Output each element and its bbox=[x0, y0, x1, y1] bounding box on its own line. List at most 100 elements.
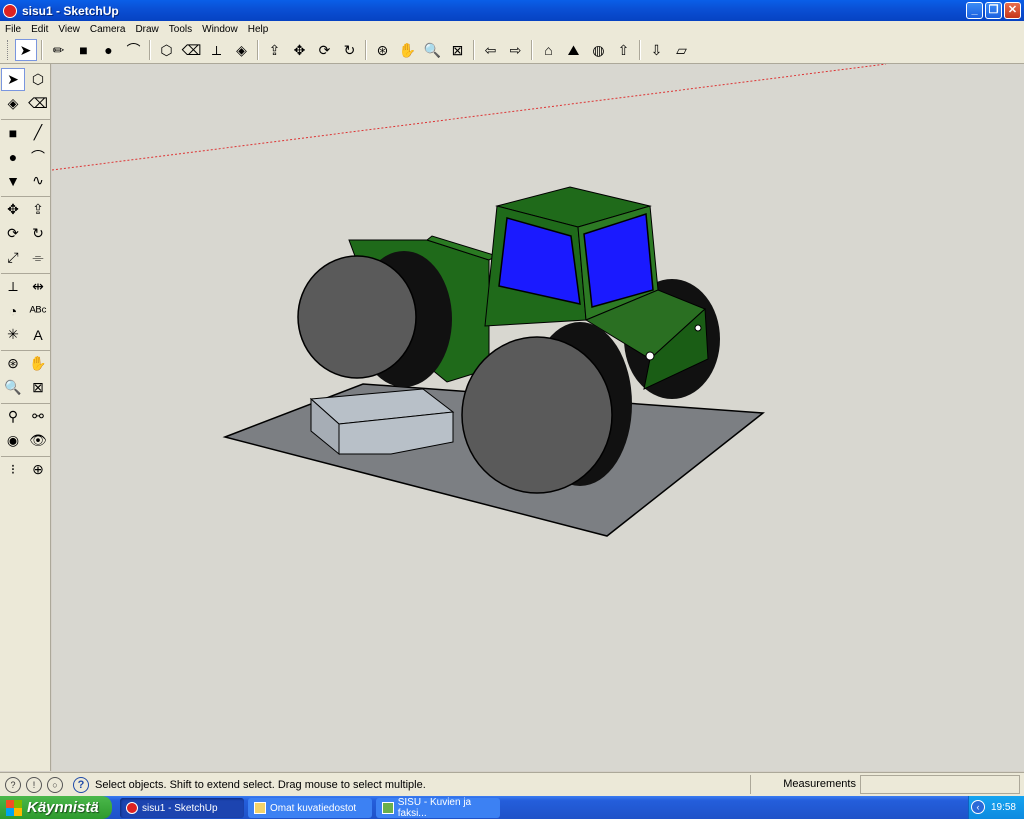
menu-view[interactable]: View bbox=[53, 24, 85, 35]
toolbar-grip[interactable] bbox=[7, 40, 10, 60]
circle-tool[interactable]: ● bbox=[98, 39, 120, 61]
left-move-tool[interactable]: ✥ bbox=[1, 198, 25, 221]
left-eraser-tool[interactable]: ⌫ bbox=[26, 92, 50, 115]
left-offset-tool[interactable]: ⌯ bbox=[26, 246, 50, 269]
user-icon[interactable]: ○ bbox=[47, 776, 63, 793]
get-models-tool[interactable]: ◍ bbox=[588, 39, 610, 61]
zoom-tool[interactable]: 🔍 bbox=[422, 39, 444, 61]
left-line-tool[interactable]: ╱ bbox=[26, 121, 50, 144]
left-polygon-tool[interactable]: ▼ bbox=[1, 169, 25, 192]
left-freehand-tool[interactable]: ∿ bbox=[26, 169, 50, 192]
push-pull-tool[interactable]: ⇪ bbox=[264, 39, 286, 61]
make-component-icon: ⬡ bbox=[160, 41, 173, 58]
share-model-tool[interactable]: ⇧ bbox=[613, 39, 635, 61]
menu-file[interactable]: File bbox=[0, 24, 26, 35]
left-text-tool[interactable]: ᴬᴮᶜ bbox=[26, 299, 50, 322]
scene-canvas[interactable] bbox=[52, 64, 1024, 771]
restore-button[interactable]: ❐ bbox=[985, 2, 1002, 19]
eye-icon: 👁 bbox=[29, 432, 47, 448]
menu-draw[interactable]: Draw bbox=[130, 24, 163, 35]
menu-help[interactable]: Help bbox=[243, 24, 274, 35]
help-icon[interactable]: ? bbox=[73, 776, 89, 793]
left-dimension-tool[interactable]: ⇹ bbox=[26, 275, 50, 298]
left-tape-measure-tool[interactable]: ⟂ bbox=[1, 275, 25, 298]
follow-me-tool[interactable]: ↻ bbox=[339, 39, 361, 61]
send-to-layout-tool[interactable]: ▱ bbox=[671, 39, 693, 61]
left-arc-tool[interactable]: ⌒ bbox=[26, 145, 50, 168]
left-axes-tool[interactable]: ✳ bbox=[1, 323, 25, 346]
menu-window[interactable]: Window bbox=[197, 24, 243, 35]
left-orbit-tool[interactable]: ⊛ bbox=[1, 352, 25, 375]
move-icon: ✥ bbox=[7, 201, 19, 217]
eraser-tool[interactable]: ⌫ bbox=[181, 39, 203, 61]
get-components-tool[interactable]: ⇩ bbox=[646, 39, 668, 61]
close-button[interactable]: ✕ bbox=[1004, 2, 1021, 19]
task-omat-kuvatiedostot[interactable]: Omat kuvatiedostot bbox=[248, 798, 372, 818]
tray-expand-icon[interactable]: ‹ bbox=[971, 800, 985, 814]
geolocation-icon[interactable]: ? bbox=[5, 776, 21, 793]
task-image-viewer[interactable]: SISU - Kuvien ja faksi... bbox=[376, 797, 500, 819]
left-follow-me-tool[interactable]: ↻ bbox=[26, 222, 50, 245]
measurements-label: Measurements bbox=[750, 775, 860, 794]
left-eye-tool[interactable]: 👁 bbox=[26, 429, 50, 452]
minimize-button[interactable]: _ bbox=[966, 2, 983, 19]
rectangle-icon: ■ bbox=[79, 42, 88, 58]
credits-icon[interactable]: ! bbox=[26, 776, 42, 793]
zoom-extents-icon: ⊠ bbox=[451, 41, 464, 58]
toolbar-separator bbox=[531, 40, 533, 60]
orbit-tool[interactable]: ⊛ bbox=[372, 39, 394, 61]
tape-measure-tool[interactable]: ⟂ bbox=[206, 39, 228, 61]
task-sketchup[interactable]: sisu1 - SketchUp bbox=[120, 798, 244, 818]
sketchup-task-icon bbox=[126, 802, 138, 814]
pan-tool[interactable]: ✋ bbox=[397, 39, 419, 61]
menu-camera[interactable]: Camera bbox=[85, 24, 131, 35]
make-component-tool[interactable]: ⬡ bbox=[156, 39, 178, 61]
headlight-left bbox=[645, 351, 655, 361]
left-footprints-tool[interactable]: ⁝ bbox=[1, 458, 25, 481]
paint-bucket-tool[interactable]: ◈ bbox=[231, 39, 253, 61]
left-walk-tool[interactable]: ⚯ bbox=[26, 405, 50, 428]
start-button[interactable]: Käynnistä bbox=[0, 796, 112, 819]
left-push-pull-tool[interactable]: ⇪ bbox=[26, 198, 50, 221]
left-scale-tool[interactable]: ⤢ bbox=[1, 246, 25, 269]
left-position-camera-tool[interactable]: ⚲ bbox=[1, 405, 25, 428]
left-select-tool[interactable]: ➤ bbox=[1, 68, 25, 91]
left-pan-tool[interactable]: ✋ bbox=[26, 352, 50, 375]
next-view-tool[interactable]: ⇨ bbox=[505, 39, 527, 61]
left-paint-bucket-tool[interactable]: ◈ bbox=[1, 92, 25, 115]
select-tool[interactable]: ➤ bbox=[14, 39, 37, 61]
push-pull-icon: ⇪ bbox=[32, 201, 44, 217]
menu-edit[interactable]: Edit bbox=[26, 24, 53, 35]
toggle-terrain-tool[interactable]: ⛰ bbox=[563, 39, 585, 61]
window-controls: _ ❐ ✕ bbox=[966, 2, 1021, 19]
move-icon: ✥ bbox=[293, 41, 306, 58]
zoom-extents-tool[interactable]: ⊠ bbox=[447, 39, 469, 61]
pencil-tool[interactable]: ✏ bbox=[48, 39, 70, 61]
measurements-input[interactable] bbox=[860, 775, 1020, 794]
pencil-icon: ✏ bbox=[52, 41, 65, 58]
left-make-component-tool[interactable]: ⬡ bbox=[26, 68, 50, 91]
left-rotate-tool[interactable]: ⟳ bbox=[1, 222, 25, 245]
left-3d-text-tool[interactable]: A bbox=[26, 323, 50, 346]
left-protractor-tool[interactable]: ◔ bbox=[1, 299, 25, 322]
menu-tools[interactable]: Tools bbox=[164, 24, 197, 35]
left-look-around-tool[interactable]: ◉ bbox=[1, 429, 25, 452]
rectangle-tool[interactable]: ■ bbox=[73, 39, 95, 61]
previous-view-tool[interactable]: ⇦ bbox=[480, 39, 502, 61]
add-location-tool[interactable]: ⌂ bbox=[538, 39, 560, 61]
clock: 19:58 bbox=[990, 802, 1016, 813]
arc-tool[interactable]: ⌒ bbox=[123, 39, 145, 61]
paint-bucket-icon: ◈ bbox=[7, 95, 19, 111]
rotate-tool[interactable]: ⟳ bbox=[314, 39, 336, 61]
left-circle-tool[interactable]: ● bbox=[1, 145, 25, 168]
left-zoom-extents-tool[interactable]: ⊠ bbox=[26, 376, 50, 399]
look-around-icon: ◉ bbox=[6, 432, 20, 448]
add-location-icon: ⌂ bbox=[544, 42, 553, 58]
model-viewport[interactable] bbox=[52, 64, 1024, 771]
left-section-plane-tool[interactable]: ⊕ bbox=[26, 458, 50, 481]
left-zoom-tool[interactable]: 🔍 bbox=[1, 376, 25, 399]
move-tool[interactable]: ✥ bbox=[289, 39, 311, 61]
left-toolbar-separator bbox=[1, 270, 50, 274]
start-label: Käynnistä bbox=[27, 799, 99, 816]
left-rectangle-tool[interactable]: ■ bbox=[1, 121, 25, 144]
